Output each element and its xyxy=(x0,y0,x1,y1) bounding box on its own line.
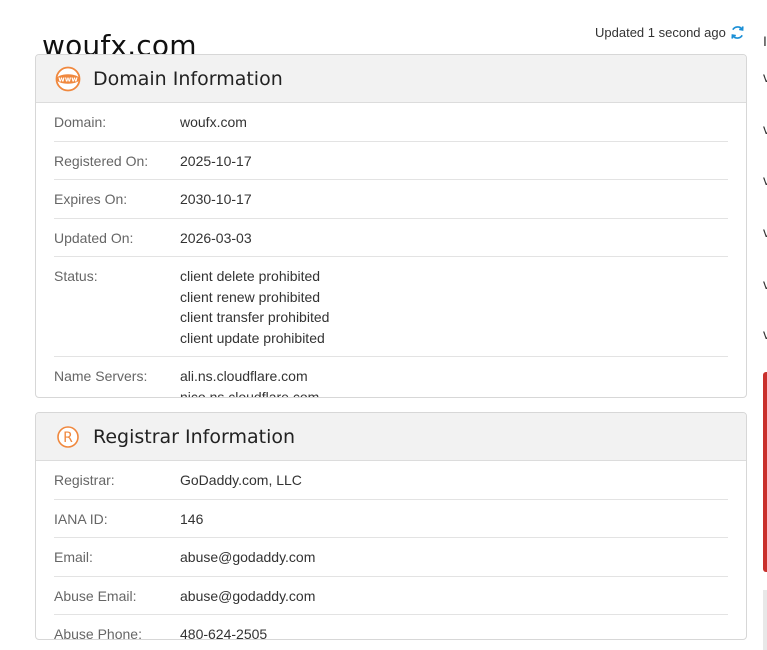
row-label: Registered On: xyxy=(54,152,149,169)
row-label: Expires On: xyxy=(54,191,128,207)
sidebar-item-cutoff[interactable]: v xyxy=(763,326,767,342)
row-value: 2026-03-03 xyxy=(180,228,252,249)
card-title: Domain Information xyxy=(93,67,283,90)
row-value-line: ali.ns.cloudflare.com xyxy=(180,368,308,384)
row-value-line: woufx.com xyxy=(180,114,247,130)
row-value-line: 2026-03-03 xyxy=(180,229,252,246)
row-label: IANA ID: xyxy=(54,510,108,527)
registered-mark-icon: R xyxy=(55,424,81,450)
registrar-information-card: R Registrar Information Registrar: GoDadd… xyxy=(35,412,747,640)
info-row: Domain: woufx.com xyxy=(54,103,728,142)
card-title: Registrar Information xyxy=(93,425,296,448)
row-label: Name Servers: xyxy=(54,368,148,384)
row-label: Domain: xyxy=(54,114,107,130)
row-value-line: 2025-10-17 xyxy=(180,152,252,169)
refresh-icon[interactable] xyxy=(730,25,745,40)
row-value: 146 xyxy=(180,509,203,530)
svg-text:www: www xyxy=(58,75,78,83)
info-row: IANA ID: 146 xyxy=(54,500,728,538)
info-row: Expires On: 2030-10-17 xyxy=(54,180,728,219)
row-value-line: client transfer prohibited xyxy=(180,309,330,325)
domain-information-rows: Domain: woufx.com Registered On: 2025-10-17… xyxy=(36,103,746,398)
row-value-line: 2030-10-17 xyxy=(180,191,252,207)
sidebar-item-cutoff[interactable]: v xyxy=(763,121,767,137)
row-label: Registrar: xyxy=(54,472,115,488)
row-value-line: client delete prohibited xyxy=(180,268,321,284)
sidebar-red-panel xyxy=(763,372,767,572)
row-value: client delete prohibited client renew pro… xyxy=(180,266,329,348)
registrar-information-rows: Registrar: GoDaddy.com, LLC IANA ID: 146 Ema… xyxy=(36,461,746,640)
domain-information-header: www Domain Information xyxy=(36,55,746,103)
info-row: Abuse Email: abuse@godaddy.com xyxy=(54,577,728,615)
row-label: Email: xyxy=(54,549,93,565)
sidebar-gray-panel xyxy=(763,590,767,650)
row-value: 480-624-2505 xyxy=(180,624,268,640)
row-value-line: abuse@godaddy.com xyxy=(180,549,316,565)
row-value-line: client renew prohibited xyxy=(180,288,321,305)
sidebar-item-cutoff[interactable]: I xyxy=(763,33,767,49)
info-row: Abuse Phone: 480-624-2505 xyxy=(54,615,728,640)
row-label: Updated On: xyxy=(54,229,134,246)
info-row: Updated On: 2026-03-03 xyxy=(54,219,728,257)
row-value-line: abuse@godaddy.com xyxy=(180,587,316,604)
row-value: ali.ns.cloudflare.com nico.ns.cloudflare.… xyxy=(180,366,320,398)
info-row: Name Servers: ali.ns.cloudflare.com nico.n… xyxy=(54,357,728,398)
www-globe-icon: www xyxy=(55,66,81,92)
row-label: Abuse Phone: xyxy=(54,626,142,640)
row-value-line: GoDaddy.com, LLC xyxy=(180,472,302,488)
svg-text:R: R xyxy=(63,430,73,446)
row-value: abuse@godaddy.com xyxy=(180,586,315,607)
row-value-line: nico.ns.cloudflare.com xyxy=(180,388,320,398)
row-value-line: 480-624-2505 xyxy=(180,626,268,640)
updated-status: Updated 1 second ago xyxy=(595,25,745,40)
sidebar-item-cutoff[interactable]: v xyxy=(763,224,767,240)
row-label: Abuse Email: xyxy=(54,587,137,604)
updated-text: Updated 1 second ago xyxy=(595,25,726,40)
row-value-line: client update prohibited xyxy=(180,329,325,346)
row-value: GoDaddy.com, LLC xyxy=(180,470,302,491)
row-value: abuse@godaddy.com xyxy=(180,547,315,568)
sidebar-item-cutoff[interactable]: v xyxy=(763,69,767,85)
info-row: Registrar: GoDaddy.com, LLC xyxy=(54,461,728,500)
info-row: Email: abuse@godaddy.com xyxy=(54,538,728,577)
info-row: Registered On: 2025-10-17 xyxy=(54,142,728,180)
row-value: 2030-10-17 xyxy=(180,189,252,210)
registrar-information-header: R Registrar Information xyxy=(36,413,746,461)
sidebar-item-cutoff[interactable]: v xyxy=(763,172,767,188)
row-value-line: 146 xyxy=(180,510,204,527)
domain-information-card: www Domain Information Domain: woufx.com R… xyxy=(35,54,747,398)
row-value: 2025-10-17 xyxy=(180,151,252,172)
info-row: Status: client delete prohibited client re… xyxy=(54,257,728,357)
sidebar-item-cutoff[interactable]: v xyxy=(763,276,767,292)
row-label: Status: xyxy=(54,268,98,284)
row-value: woufx.com xyxy=(180,112,247,133)
